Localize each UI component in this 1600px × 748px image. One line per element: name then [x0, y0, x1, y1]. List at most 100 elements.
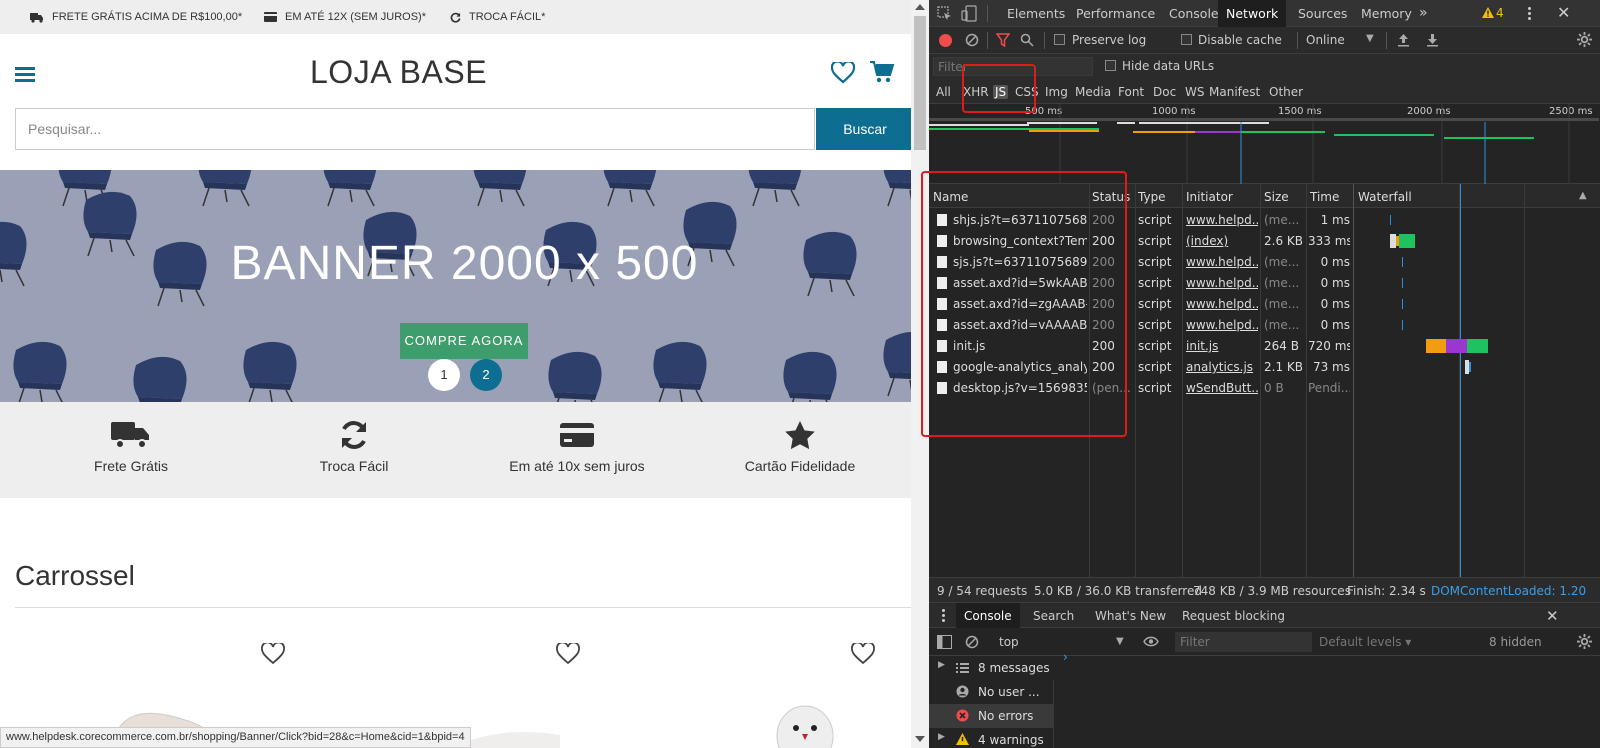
feature-label: Troca Fácil: [319, 458, 389, 474]
column-waterfall[interactable]: Waterfall: [1358, 190, 1412, 204]
waterfall-bar[interactable]: [1399, 234, 1415, 248]
request-initiator[interactable]: www.helpd...: [1186, 318, 1258, 332]
carousel-dot-2[interactable]: 2: [470, 359, 502, 391]
wishlist-heart-icon[interactable]: [831, 62, 855, 84]
sidebar-item-messages[interactable]: ▶ 8 messages: [929, 656, 1054, 680]
more-tabs-button[interactable]: »: [1411, 0, 1436, 27]
search-button[interactable]: Buscar: [816, 108, 914, 150]
product-image-bird[interactable]: [770, 698, 840, 748]
product-heart-icon[interactable]: [261, 643, 285, 665]
throttle-select[interactable]: Online: [1306, 33, 1345, 47]
waterfall-bar[interactable]: [1402, 278, 1403, 288]
product-heart-icon[interactable]: [556, 643, 580, 665]
waterfall-bar[interactable]: [1446, 339, 1467, 353]
request-initiator[interactable]: (index): [1186, 234, 1258, 248]
product-heart-icon[interactable]: [851, 643, 875, 665]
page-scrollbar-thumb[interactable]: [914, 16, 926, 150]
column-initiator[interactable]: Initiator: [1186, 190, 1233, 204]
star-icon: [785, 420, 815, 450]
device-toolbar-icon[interactable]: [961, 5, 977, 22]
section-title: Carrossel: [15, 560, 135, 591]
drawer-tab-search[interactable]: Search: [1025, 603, 1082, 629]
kebab-menu-icon[interactable]: [1528, 7, 1531, 20]
chevron-down-icon[interactable]: ▼: [1116, 636, 1124, 647]
tab-performance[interactable]: Performance: [1068, 0, 1163, 27]
column-size[interactable]: Size: [1264, 190, 1289, 204]
hide-data-urls-checkbox[interactable]: [1105, 60, 1116, 71]
carousel-dot-1[interactable]: 1: [428, 359, 460, 391]
request-initiator[interactable]: init.js: [1186, 339, 1258, 353]
waterfall-bar[interactable]: [1469, 362, 1471, 372]
request-initiator[interactable]: www.helpd...: [1186, 297, 1258, 311]
waterfall-bar[interactable]: [1402, 320, 1403, 330]
inspect-element-icon[interactable]: [937, 6, 952, 21]
store-logo[interactable]: LOJA BASE: [310, 54, 487, 91]
console-prompt-icon[interactable]: ›: [1063, 650, 1068, 664]
request-initiator[interactable]: www.helpd...: [1186, 276, 1258, 290]
drawer-tab-request-blocking[interactable]: Request blocking: [1174, 603, 1293, 629]
close-devtools-icon[interactable]: ✕: [1557, 3, 1570, 22]
hero-banner[interactable]: BANNER 2000 x 500: [0, 170, 929, 402]
warning-icon[interactable]: [1482, 7, 1494, 18]
sort-ascending-icon[interactable]: ▲: [1579, 190, 1587, 201]
settings-gear-icon[interactable]: [1577, 32, 1592, 47]
chevron-down-icon[interactable]: ▼: [1366, 33, 1374, 44]
waterfall-bar[interactable]: [1467, 339, 1488, 353]
feature-free-shipping: Frete Grátis: [15, 402, 247, 498]
log-levels-select[interactable]: Default levels ▾: [1319, 635, 1411, 649]
search-input[interactable]: Pesquisar...: [15, 108, 815, 150]
search-icon[interactable]: [1020, 33, 1034, 47]
sidebar-item-user-messages[interactable]: No user ...: [929, 680, 1054, 704]
import-har-icon[interactable]: [1397, 33, 1410, 47]
tab-sources[interactable]: Sources: [1290, 0, 1355, 27]
close-drawer-icon[interactable]: ✕: [1546, 607, 1559, 625]
sidebar-item-errors[interactable]: No errors: [929, 704, 1054, 728]
type-font[interactable]: Font: [1118, 85, 1144, 99]
tab-console[interactable]: Console: [1161, 0, 1227, 27]
context-select[interactable]: top: [999, 635, 1019, 649]
type-img[interactable]: Img: [1045, 85, 1068, 99]
export-har-icon[interactable]: [1426, 33, 1439, 47]
console-sidebar-toggle-icon[interactable]: [937, 635, 952, 649]
drawer-tab-console[interactable]: Console: [956, 603, 1020, 629]
column-type[interactable]: Type: [1138, 190, 1166, 204]
request-time: Pendi...: [1308, 381, 1350, 395]
drawer-menu-icon[interactable]: [942, 609, 945, 622]
eye-icon[interactable]: [1143, 636, 1159, 647]
tab-elements[interactable]: Elements: [999, 0, 1073, 27]
clear-icon[interactable]: [965, 33, 979, 47]
type-doc[interactable]: Doc: [1153, 85, 1176, 99]
waterfall-bar[interactable]: [1402, 299, 1403, 309]
request-initiator[interactable]: wSendButt...: [1186, 381, 1258, 395]
preserve-log-checkbox[interactable]: [1054, 34, 1065, 45]
type-ws[interactable]: WS: [1185, 85, 1204, 99]
clear-console-icon[interactable]: [965, 635, 979, 649]
menu-icon[interactable]: [15, 64, 35, 85]
request-initiator[interactable]: analytics.js: [1186, 360, 1258, 374]
tab-network[interactable]: Network: [1218, 0, 1287, 27]
cart-icon[interactable]: [869, 60, 895, 84]
waterfall-bar[interactable]: [1390, 215, 1391, 225]
record-icon[interactable]: [939, 34, 952, 47]
warning-count[interactable]: 4: [1496, 6, 1504, 20]
type-media[interactable]: Media: [1075, 85, 1111, 99]
request-time: 0 ms: [1320, 255, 1350, 269]
hide-data-urls-label: Hide data URLs: [1122, 59, 1215, 73]
filter-funnel-icon[interactable]: [996, 33, 1010, 47]
type-all[interactable]: All: [936, 85, 951, 99]
tab-memory[interactable]: Memory: [1353, 0, 1420, 27]
sidebar-item-warnings[interactable]: ▶ 4 warnings: [929, 728, 1054, 748]
sidebar-item-label: 4 warnings: [978, 733, 1044, 747]
type-manifest[interactable]: Manifest: [1209, 85, 1260, 99]
type-other[interactable]: Other: [1269, 85, 1303, 99]
waterfall-bar[interactable]: [1426, 339, 1446, 353]
column-time[interactable]: Time: [1310, 190, 1339, 204]
console-settings-gear-icon[interactable]: [1577, 634, 1592, 649]
request-initiator[interactable]: www.helpd...: [1186, 213, 1258, 227]
drawer-tab-whats-new[interactable]: What's New: [1087, 603, 1174, 629]
console-filter-input[interactable]: Filter: [1175, 632, 1312, 652]
request-initiator[interactable]: www.helpd...: [1186, 255, 1258, 269]
waterfall-bar[interactable]: [1402, 257, 1403, 267]
shop-now-button[interactable]: COMPRE AGORA: [400, 323, 528, 359]
disable-cache-checkbox[interactable]: [1181, 34, 1192, 45]
